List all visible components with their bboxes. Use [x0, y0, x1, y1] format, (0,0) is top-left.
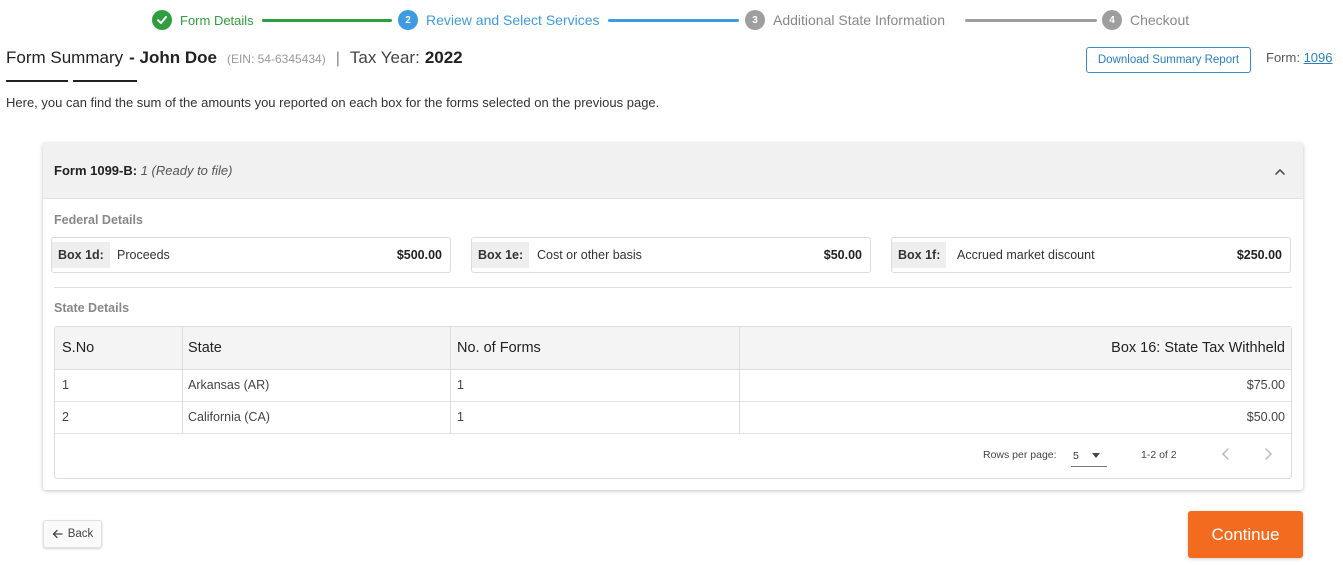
- cell-forms: 1: [457, 410, 464, 424]
- form-summary-card: Form 1099-B: 1 (Ready to file) Federal D…: [43, 143, 1303, 490]
- box-description: Cost or other basis: [537, 248, 642, 262]
- ein-text: (EIN: 54-6345434): [226, 52, 326, 66]
- title-underline: [6, 80, 68, 82]
- page-description: Here, you can find the sum of the amount…: [6, 95, 660, 110]
- rows-per-page-label: Rows per page:: [983, 449, 1057, 461]
- tax-year-value: 2022: [424, 48, 463, 67]
- box-description: Accrued market discount: [957, 248, 1095, 262]
- cell-sno: 2: [62, 410, 69, 424]
- form-link-wrap: Form: 1096: [1266, 50, 1333, 65]
- section-divider: [54, 287, 1292, 288]
- header-separator: |: [335, 50, 340, 67]
- card-header[interactable]: Form 1099-B: 1 (Ready to file): [43, 143, 1303, 199]
- table-row: 2 California (CA) 1 $50.00: [55, 402, 1291, 434]
- form-1096-link[interactable]: 1096: [1304, 50, 1333, 65]
- cell-sno: 1: [62, 378, 69, 392]
- cell-forms: 1: [457, 378, 464, 392]
- box-value: $50.00: [823, 248, 862, 262]
- form-status: 1 (Ready to file): [140, 163, 233, 178]
- form-label: Form:: [1266, 50, 1300, 65]
- box-tag: Box 1d:: [52, 242, 110, 268]
- cell-tax-withheld: $50.00: [1246, 410, 1285, 424]
- rows-per-page-select[interactable]: 5: [1071, 445, 1107, 467]
- cell-state: Arkansas (AR): [188, 378, 270, 392]
- download-summary-button[interactable]: Download Summary Report: [1086, 47, 1251, 73]
- title-underline: [73, 80, 137, 82]
- box-tag: Box 1f:: [892, 242, 947, 268]
- box-value: $250.00: [1236, 248, 1282, 262]
- column-header-forms: No. of Forms: [457, 340, 541, 356]
- rows-per-page-value: 5: [1073, 450, 1079, 462]
- chevron-left-icon[interactable]: [1219, 446, 1233, 462]
- step-connector-3: [965, 19, 1097, 22]
- payer-name: - John Doe: [129, 48, 217, 67]
- table-header: S.No State No. of Forms Box 16: State Ta…: [55, 327, 1291, 370]
- continue-button[interactable]: Continue: [1188, 511, 1303, 558]
- step-label: Review and Select Services: [426, 12, 600, 28]
- state-details-table: S.No State No. of Forms Box 16: State Ta…: [54, 326, 1292, 479]
- page-range: 1-2 of 2: [1141, 449, 1177, 461]
- box-tag: Box 1e:: [472, 242, 530, 268]
- tax-year-label: Tax Year:: [349, 48, 420, 67]
- summary-header: Form Summary - John Doe (EIN: 54-6345434…: [6, 48, 463, 68]
- box-value: $500.00: [396, 248, 442, 262]
- card-title: Form 1099-B: 1 (Ready to file): [54, 163, 232, 178]
- step-label: Checkout: [1130, 12, 1190, 28]
- step-label: Form Details: [180, 12, 254, 28]
- step-number: 4: [1102, 10, 1122, 30]
- table-row: 1 Arkansas (AR) 1 $75.00: [55, 370, 1291, 402]
- cell-state: California (CA): [188, 410, 270, 424]
- page-title: Form Summary: [6, 48, 124, 67]
- column-divider: [739, 327, 740, 434]
- federal-details-label: Federal Details: [54, 213, 143, 227]
- federal-box-1f: Box 1f: Accrued market discount $250.00: [891, 237, 1291, 273]
- step-number: 2: [398, 10, 418, 30]
- state-details-label: State Details: [54, 301, 130, 315]
- form-name: Form 1099-B:: [54, 163, 138, 178]
- step-connector-1: [262, 19, 392, 22]
- step-label: Additional State Information: [773, 12, 945, 28]
- chevron-right-icon[interactable]: [1261, 446, 1275, 462]
- cell-tax-withheld: $75.00: [1246, 378, 1285, 392]
- step-number: 3: [745, 10, 765, 30]
- progress-stepper: Form Details 2 Review and Select Service…: [0, 8, 1343, 32]
- step-additional-state[interactable]: 3 Additional State Information: [745, 8, 945, 32]
- chevron-up-icon[interactable]: [1273, 165, 1287, 179]
- federal-box-1d: Box 1d: Proceeds $500.00: [51, 237, 451, 273]
- federal-box-1e: Box 1e: Cost or other basis $50.00: [471, 237, 871, 273]
- step-checkout[interactable]: 4 Checkout: [1102, 8, 1189, 32]
- caret-down-icon: [1092, 453, 1100, 458]
- box-description: Proceeds: [117, 248, 170, 262]
- column-divider: [450, 327, 451, 434]
- column-header-sno: S.No: [62, 340, 95, 356]
- back-label: Back: [67, 528, 94, 540]
- back-button[interactable]: Back: [43, 520, 102, 548]
- column-divider: [182, 327, 183, 434]
- column-header-state: State: [188, 340, 222, 356]
- table-pagination: Rows per page: 5 1-2 of 2: [55, 434, 1291, 478]
- arrow-left-icon: [52, 529, 63, 539]
- step-connector-2: [608, 19, 739, 22]
- step-form-details[interactable]: Form Details: [152, 8, 254, 32]
- check-circle-icon: [152, 10, 172, 30]
- step-review-services[interactable]: 2 Review and Select Services: [398, 8, 600, 32]
- column-header-tax-withheld: Box 16: State Tax Withheld: [1111, 340, 1285, 356]
